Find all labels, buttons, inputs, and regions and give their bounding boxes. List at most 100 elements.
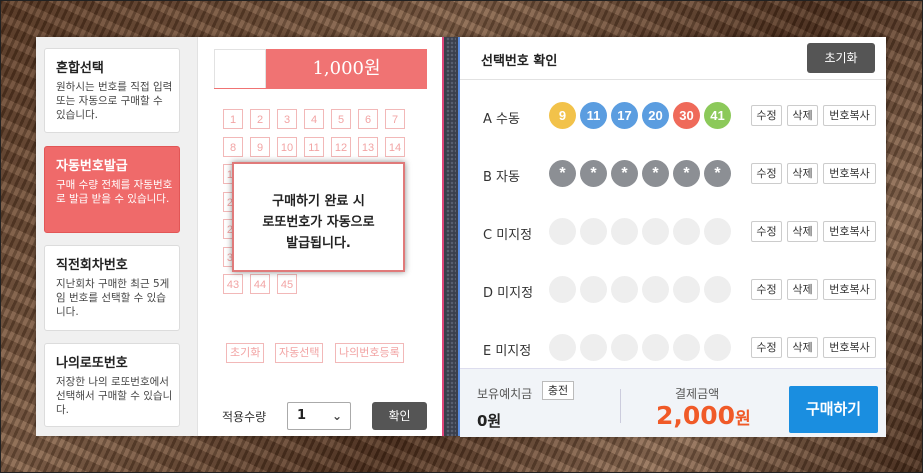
popup-line: 발급됩니다. (286, 236, 351, 251)
delete-button[interactable]: 삭제 (787, 221, 818, 242)
copy-number-button[interactable]: 번호복사 (823, 221, 876, 242)
number-cell[interactable]: 11 (304, 136, 324, 157)
menu-title: 혼합선택 (56, 61, 104, 76)
number-cell[interactable]: 6 (358, 109, 378, 129)
empty-ball (673, 218, 700, 245)
auto-ball: * (580, 160, 607, 187)
lotto-purchase-panel: 혼합선택 원하시는 번호를 직접 입력 또는 자동으로 구매할 수 있습니다. … (36, 37, 886, 437)
payment-footer: 보유예치금 충전 0원 결제금액 2,000원 구매하기 (460, 368, 886, 437)
number-cell[interactable]: 4 (304, 109, 324, 129)
empty-ball (704, 334, 731, 361)
number-cell[interactable]: 8 (223, 136, 243, 157)
menu-desc: 지난회차 구매한 최근 5게임 번호를 선택할 수 있습니다. (56, 278, 170, 318)
register-my-number-button[interactable]: 나의번호등록 (335, 343, 404, 363)
auto-select-button[interactable]: 자동선택 (275, 343, 324, 363)
number-cell[interactable]: 14 (385, 136, 405, 157)
empty-ball (673, 334, 700, 361)
empty-ball (580, 276, 607, 303)
game-label: B 자동 (483, 170, 520, 185)
game-label: A 수동 (483, 112, 520, 127)
payment-label: 결제금액 (675, 387, 720, 401)
game-row: B 자동 * * * * * * 수정 삭제 번호복사 (460, 147, 886, 203)
number-ball: 9 (549, 102, 576, 129)
number-cell[interactable]: 44 (250, 274, 270, 294)
menu-my-lotto[interactable]: 나의로또번호 저장한 나의 로또번호에서 선택해서 구매할 수 있습니다. (44, 343, 180, 427)
number-cell[interactable]: 5 (331, 109, 351, 129)
number-cell[interactable]: 43 (223, 274, 243, 294)
copy-number-button[interactable]: 번호복사 (823, 337, 876, 358)
empty-ball (549, 276, 576, 303)
game-price: 1,000원 (266, 49, 427, 88)
quantity-value: 1 (297, 408, 307, 423)
chevron-down-icon: ⌄ (331, 409, 342, 423)
number-ball: 11 (580, 102, 607, 129)
divider (214, 88, 427, 89)
game-row: C 미지정 수정 삭제 번호복사 (460, 205, 886, 261)
number-cell[interactable]: 9 (250, 136, 270, 157)
empty-ball (549, 334, 576, 361)
number-picker: 1,000원 123456789101112131415161718192021… (197, 37, 443, 436)
game-label: E 미지정 (483, 344, 532, 359)
number-cell[interactable]: 10 (277, 136, 297, 157)
price-tab-blank (214, 49, 266, 88)
divider (460, 79, 886, 80)
number-cell[interactable]: 12 (331, 136, 351, 157)
empty-ball (580, 334, 607, 361)
delete-button[interactable]: 삭제 (787, 337, 818, 358)
edit-button[interactable]: 수정 (751, 337, 782, 358)
menu-desc: 구매 수량 전체를 자동번호로 발급 받을 수 있습니다. (56, 179, 173, 205)
edit-button[interactable]: 수정 (751, 105, 782, 126)
number-cell[interactable]: 7 (385, 109, 405, 129)
quantity-select[interactable]: 1 ⌄ (287, 402, 351, 430)
number-ball: 17 (611, 102, 638, 129)
number-cell[interactable]: 13 (358, 136, 378, 157)
number-cell[interactable]: 3 (277, 109, 297, 129)
delete-button[interactable]: 삭제 (787, 105, 818, 126)
game-label: C 미지정 (483, 228, 533, 243)
empty-ball (673, 276, 700, 303)
delete-button[interactable]: 삭제 (787, 279, 818, 300)
empty-ball (704, 218, 731, 245)
number-ball: 41 (704, 102, 731, 129)
balance-value: 0원 (477, 412, 502, 430)
empty-ball (580, 218, 607, 245)
number-ball: 30 (673, 102, 700, 129)
menu-previous-round[interactable]: 직전회차번호 지난회차 구매한 최근 5게임 번호를 선택할 수 있습니다. (44, 245, 180, 331)
payment-number: 2,000 (656, 401, 736, 430)
empty-ball (642, 276, 669, 303)
charge-button[interactable]: 충전 (542, 381, 574, 400)
confirm-button[interactable]: 확인 (372, 402, 427, 430)
payment-unit: 원 (735, 409, 751, 429)
reset-numbers-button[interactable]: 초기화 (226, 343, 265, 363)
copy-number-button[interactable]: 번호복사 (823, 105, 876, 126)
number-cell[interactable]: 2 (250, 109, 270, 129)
empty-ball (642, 334, 669, 361)
game-row: D 미지정 수정 삭제 번호복사 (460, 263, 886, 319)
empty-ball (611, 276, 638, 303)
menu-title: 나의로또번호 (56, 356, 128, 371)
menu-desc: 저장한 나의 로또번호에서 선택해서 구매할 수 있습니다. (56, 376, 173, 416)
edit-button[interactable]: 수정 (751, 163, 782, 184)
copy-number-button[interactable]: 번호복사 (823, 163, 876, 184)
buy-button[interactable]: 구매하기 (789, 386, 878, 433)
divider-pattern (446, 37, 456, 436)
payment-amount: 2,000원 (656, 401, 751, 430)
divider (620, 389, 621, 423)
balance-label: 보유예치금 (477, 387, 533, 401)
number-cell[interactable]: 45 (277, 274, 297, 294)
reset-all-button[interactable]: 초기화 (807, 43, 875, 73)
empty-ball (642, 218, 669, 245)
auto-ball: * (611, 160, 638, 187)
empty-ball (611, 218, 638, 245)
menu-auto-issue[interactable]: 자동번호발급 구매 수량 전체를 자동번호로 발급 받을 수 있습니다. (44, 146, 180, 233)
edit-button[interactable]: 수정 (751, 279, 782, 300)
menu-mixed-select[interactable]: 혼합선택 원하시는 번호를 직접 입력 또는 자동으로 구매할 수 있습니다. (44, 48, 180, 133)
auto-ball: * (704, 160, 731, 187)
copy-number-button[interactable]: 번호복사 (823, 279, 876, 300)
panel-title: 선택번호 확인 (481, 54, 558, 69)
popup-line: 로또번호가 자동으로 (262, 215, 375, 230)
number-cell[interactable]: 1 (223, 109, 243, 129)
quantity-label: 적용수량 (222, 410, 267, 424)
delete-button[interactable]: 삭제 (787, 163, 818, 184)
edit-button[interactable]: 수정 (751, 221, 782, 242)
